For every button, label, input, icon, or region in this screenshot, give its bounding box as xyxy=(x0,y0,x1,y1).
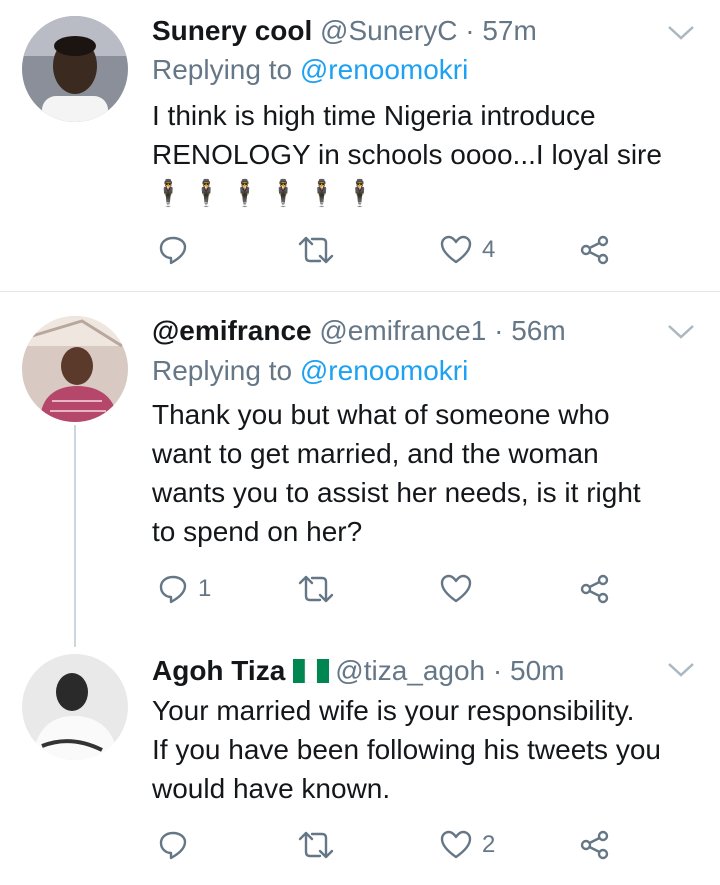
reply-button[interactable] xyxy=(158,825,198,865)
tweet-text-line: Your married wife is your responsibility… xyxy=(152,695,635,726)
tweet-text-line: I think is high time Nigeria introduce xyxy=(152,100,596,131)
tweet-text-line: wants you to assist her needs, is it rig… xyxy=(152,477,641,508)
reply-icon xyxy=(159,831,187,860)
like-count: 4 xyxy=(482,236,496,263)
reply-count: 1 xyxy=(198,575,212,602)
user-handle[interactable]: @emifrance1 xyxy=(319,315,486,346)
separator-dot: · xyxy=(465,15,475,46)
share-button[interactable] xyxy=(580,230,610,270)
reply-button[interactable] xyxy=(158,230,198,270)
tweet-actions: 1 xyxy=(0,569,720,609)
replying-to-label: Replying to xyxy=(152,54,293,85)
tweet-text-line: to spend on her? xyxy=(152,516,363,547)
avatar[interactable] xyxy=(22,654,128,760)
thread-line xyxy=(74,425,76,647)
tweet-text-line: If you have been following his tweets yo… xyxy=(152,734,661,765)
replying-to-link[interactable]: @renoomokri xyxy=(300,54,468,85)
reply-icon xyxy=(159,575,187,604)
tweet-actions: 4 xyxy=(0,230,720,270)
retweet-button[interactable] xyxy=(296,230,336,270)
share-icon xyxy=(580,830,609,860)
retweet-icon xyxy=(298,575,334,603)
heart-icon xyxy=(440,235,472,264)
share-button[interactable] xyxy=(580,569,610,609)
share-icon xyxy=(580,235,609,265)
heart-icon xyxy=(440,830,472,859)
chevron-down-icon[interactable] xyxy=(666,660,696,680)
separator-dot: · xyxy=(494,315,504,346)
replying-to-label: Replying to xyxy=(152,355,293,386)
display-name[interactable]: Sunery cool xyxy=(152,15,312,46)
like-count: 2 xyxy=(482,831,496,858)
tweet-actions: 2 xyxy=(0,825,720,865)
emoji-line: 🕴️🕴️🕴️🕴️🕴️🕴️ xyxy=(152,178,383,208)
tweet-text-line: want to get married, and the woman xyxy=(152,438,599,469)
retweet-icon xyxy=(298,831,334,859)
like-button[interactable]: 4 xyxy=(440,230,495,270)
share-button[interactable] xyxy=(580,825,610,865)
like-button[interactable] xyxy=(440,569,482,609)
heart-icon xyxy=(440,574,472,603)
display-name[interactable]: Agoh Tiza xyxy=(152,655,285,686)
user-handle[interactable]: @SuneryC xyxy=(320,15,457,46)
user-handle[interactable]: @tiza_agoh xyxy=(335,655,485,686)
separator-dot: · xyxy=(492,655,503,686)
reply-icon xyxy=(159,236,187,265)
share-icon xyxy=(580,574,609,604)
chevron-down-icon[interactable] xyxy=(666,322,696,342)
avatar[interactable] xyxy=(22,316,128,422)
timestamp[interactable]: 57m xyxy=(482,15,536,46)
nigeria-flag-icon xyxy=(293,659,330,683)
retweet-icon xyxy=(298,236,334,264)
tweet-divider xyxy=(0,291,720,292)
timestamp[interactable]: 56m xyxy=(511,315,565,346)
retweet-button[interactable] xyxy=(296,569,336,609)
timestamp[interactable]: 50m xyxy=(510,655,564,686)
like-button[interactable]: 2 xyxy=(440,825,495,865)
retweet-button[interactable] xyxy=(296,825,336,865)
tweet-text-line: Thank you but what of someone who xyxy=(152,399,610,430)
avatar[interactable] xyxy=(22,16,128,122)
reply-button[interactable]: 1 xyxy=(158,569,211,609)
replying-to-link[interactable]: @renoomokri xyxy=(300,355,468,386)
chevron-down-icon[interactable] xyxy=(666,23,696,43)
tweet-text-line: would have known. xyxy=(152,773,391,804)
tweet-text-line: RENOLOGY in schools oooo...I loyal sire xyxy=(152,139,662,170)
display-name[interactable]: @emifrance xyxy=(152,315,312,346)
